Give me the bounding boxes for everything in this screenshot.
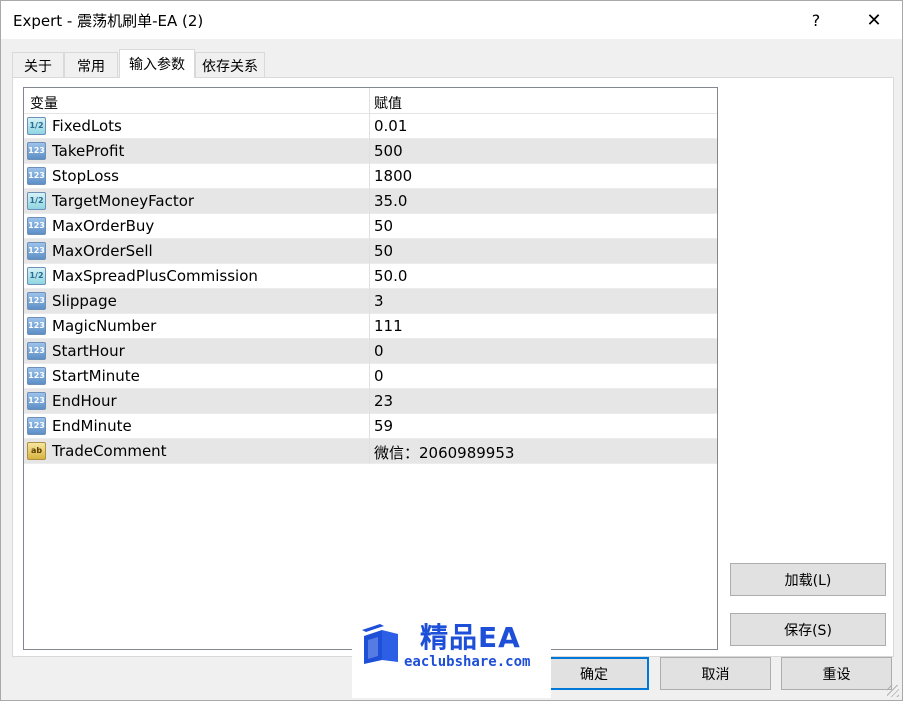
variable-value[interactable]: 1800 [374, 167, 412, 185]
tab-dependencies[interactable]: 依存关系 [195, 52, 265, 78]
int-type-icon: 123 [27, 392, 46, 410]
variable-value[interactable]: 0 [374, 342, 384, 360]
column-divider [369, 88, 370, 464]
variable-value[interactable]: 0.01 [374, 117, 407, 135]
column-header-variable[interactable]: 变量 [30, 93, 58, 113]
watermark-brand: 精品EA [420, 621, 521, 654]
variable-value[interactable]: 35.0 [374, 192, 407, 210]
reset-button[interactable]: 重设 [781, 657, 892, 690]
window-title: Expert - 震荡机刷单-EA (2) [13, 12, 204, 30]
ok-button[interactable]: 确定 [539, 657, 649, 690]
variable-value[interactable]: 111 [374, 317, 403, 335]
table-row[interactable]: 123 EndMinute 59 [24, 414, 717, 439]
grid-header: 变量 赋值 [24, 88, 717, 114]
variable-value[interactable]: 59 [374, 417, 393, 435]
table-row[interactable]: 123 MaxOrderSell 50 [24, 239, 717, 264]
variable-name: StartMinute [52, 367, 140, 385]
variable-name: MaxSpreadPlusCommission [52, 267, 258, 285]
tab-about[interactable]: 关于 [12, 52, 64, 78]
variable-name: FixedLots [52, 117, 122, 135]
table-row[interactable]: 123 MaxOrderBuy 50 [24, 214, 717, 239]
variable-value[interactable]: 23 [374, 392, 393, 410]
int-type-icon: 123 [27, 167, 46, 185]
variable-name: StartHour [52, 342, 125, 360]
variable-name: StopLoss [52, 167, 120, 185]
table-row[interactable]: 123 StartMinute 0 [24, 364, 717, 389]
int-type-icon: 123 [27, 317, 46, 335]
tab-common[interactable]: 常用 [64, 52, 118, 78]
watermark-overlay: 精品EA eaclubshare.com [352, 604, 551, 698]
book-logo-icon [362, 624, 398, 664]
resize-grip[interactable] [887, 685, 899, 697]
tab-inputs[interactable]: 输入参数 [119, 49, 195, 78]
int-type-icon: 123 [27, 242, 46, 260]
save-button[interactable]: 保存(S) [730, 613, 886, 646]
variable-value[interactable]: 0 [374, 367, 384, 385]
table-row[interactable]: 123 Slippage 3 [24, 289, 717, 314]
double-type-icon: 1/2 [27, 192, 46, 210]
variable-name: EndMinute [52, 417, 132, 435]
table-row[interactable]: 123 StopLoss 1800 [24, 164, 717, 189]
table-row[interactable]: 123 StartHour 0 [24, 339, 717, 364]
int-type-icon: 123 [27, 142, 46, 160]
variable-name: MaxOrderSell [52, 242, 153, 260]
watermark-url: eaclubshare.com [404, 654, 531, 670]
table-row[interactable]: 1/2 FixedLots 0.01 [24, 114, 717, 139]
load-button[interactable]: 加载(L) [730, 563, 886, 596]
table-row[interactable]: ab TradeComment 微信：2060989953 [24, 439, 717, 464]
variable-value[interactable]: 50.0 [374, 267, 407, 285]
variable-value[interactable]: 微信：2060989953 [374, 442, 514, 463]
table-row[interactable]: 123 MagicNumber 111 [24, 314, 717, 339]
variable-name: MaxOrderBuy [52, 217, 155, 235]
variable-name: TakeProfit [52, 142, 125, 160]
variable-name: MagicNumber [52, 317, 157, 335]
int-type-icon: 123 [27, 292, 46, 310]
variable-name: TargetMoneyFactor [52, 192, 195, 210]
string-type-icon: ab [27, 442, 46, 460]
variable-name: EndHour [52, 392, 117, 410]
variable-name: Slippage [52, 292, 117, 310]
title-bar: Expert - 震荡机刷单-EA (2) ? ✕ [1, 1, 902, 39]
variable-value[interactable]: 50 [374, 217, 393, 235]
variable-value[interactable]: 500 [374, 142, 403, 160]
variable-name: TradeComment [52, 442, 167, 460]
table-row[interactable]: 1/2 MaxSpreadPlusCommission 50.0 [24, 264, 717, 289]
variable-value[interactable]: 3 [374, 292, 384, 310]
int-type-icon: 123 [27, 217, 46, 235]
expert-dialog: Expert - 震荡机刷单-EA (2) ? ✕ 关于 常用 输入参数 依存关… [0, 0, 903, 701]
table-row[interactable]: 123 TakeProfit 500 [24, 139, 717, 164]
variable-value[interactable]: 50 [374, 242, 393, 260]
int-type-icon: 123 [27, 417, 46, 435]
inputs-grid[interactable]: 变量 赋值 1/2 FixedLots 0.01 123 TakeProfit 500 12… [23, 87, 718, 650]
table-row[interactable]: 1/2 TargetMoneyFactor 35.0 [24, 189, 717, 214]
column-header-value[interactable]: 赋值 [374, 93, 402, 113]
table-row[interactable]: 123 EndHour 23 [24, 389, 717, 414]
double-type-icon: 1/2 [27, 267, 46, 285]
int-type-icon: 123 [27, 367, 46, 385]
int-type-icon: 123 [27, 342, 46, 360]
close-button[interactable]: ✕ [851, 1, 897, 39]
cancel-button[interactable]: 取消 [660, 657, 771, 690]
double-type-icon: 1/2 [27, 117, 46, 135]
help-button[interactable]: ? [793, 1, 839, 39]
